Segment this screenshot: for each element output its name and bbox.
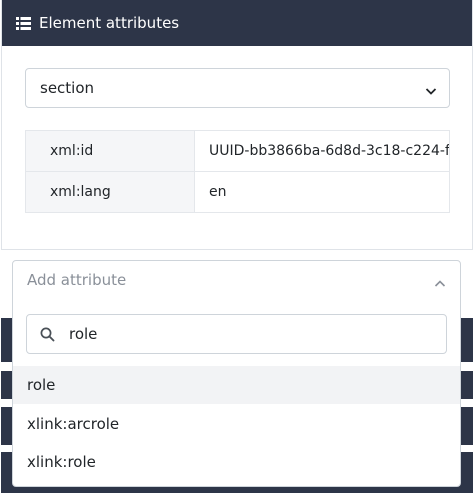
add-attribute-select[interactable]: Add attribute <box>12 260 461 300</box>
attribute-value[interactable]: UUID-bb3866ba-6d8d-3c18-c224-f6b <box>194 130 450 172</box>
option-xlink-role[interactable]: xlink:role <box>13 443 460 481</box>
panel-header: Element attributes <box>2 0 472 46</box>
option-label: xlink:arcrole <box>27 415 120 433</box>
element-select-value: section <box>40 79 95 97</box>
option-xlink-arcrole[interactable]: xlink:arcrole <box>13 405 460 443</box>
attribute-search-input[interactable] <box>69 323 429 345</box>
add-attribute-placeholder: Add attribute <box>27 271 127 289</box>
element-attributes-panel: Element attributes section xml:id UUID-b… <box>1 0 473 250</box>
search-icon <box>40 327 55 346</box>
attribute-name: xml:id <box>25 130 195 172</box>
table-row: xml:id UUID-bb3866ba-6d8d-3c18-c224-f6b <box>25 130 450 172</box>
option-label: role <box>27 376 56 394</box>
chevron-up-icon <box>434 275 446 293</box>
attribute-value[interactable]: en <box>194 171 450 213</box>
attribute-search-box <box>26 314 447 354</box>
attributes-table: xml:id UUID-bb3866ba-6d8d-3c18-c224-f6b … <box>25 130 450 213</box>
option-role[interactable]: role <box>13 366 460 404</box>
table-row: xml:lang en <box>25 171 450 213</box>
chevron-down-icon <box>425 82 437 100</box>
panel-title: Element attributes <box>39 14 180 32</box>
option-label: xlink:role <box>27 453 96 471</box>
attribute-dropdown: role xlink:arcrole xlink:role <box>12 299 461 487</box>
element-select[interactable]: section <box>25 68 450 108</box>
list-icon <box>16 16 31 30</box>
attribute-name: xml:lang <box>25 171 195 213</box>
